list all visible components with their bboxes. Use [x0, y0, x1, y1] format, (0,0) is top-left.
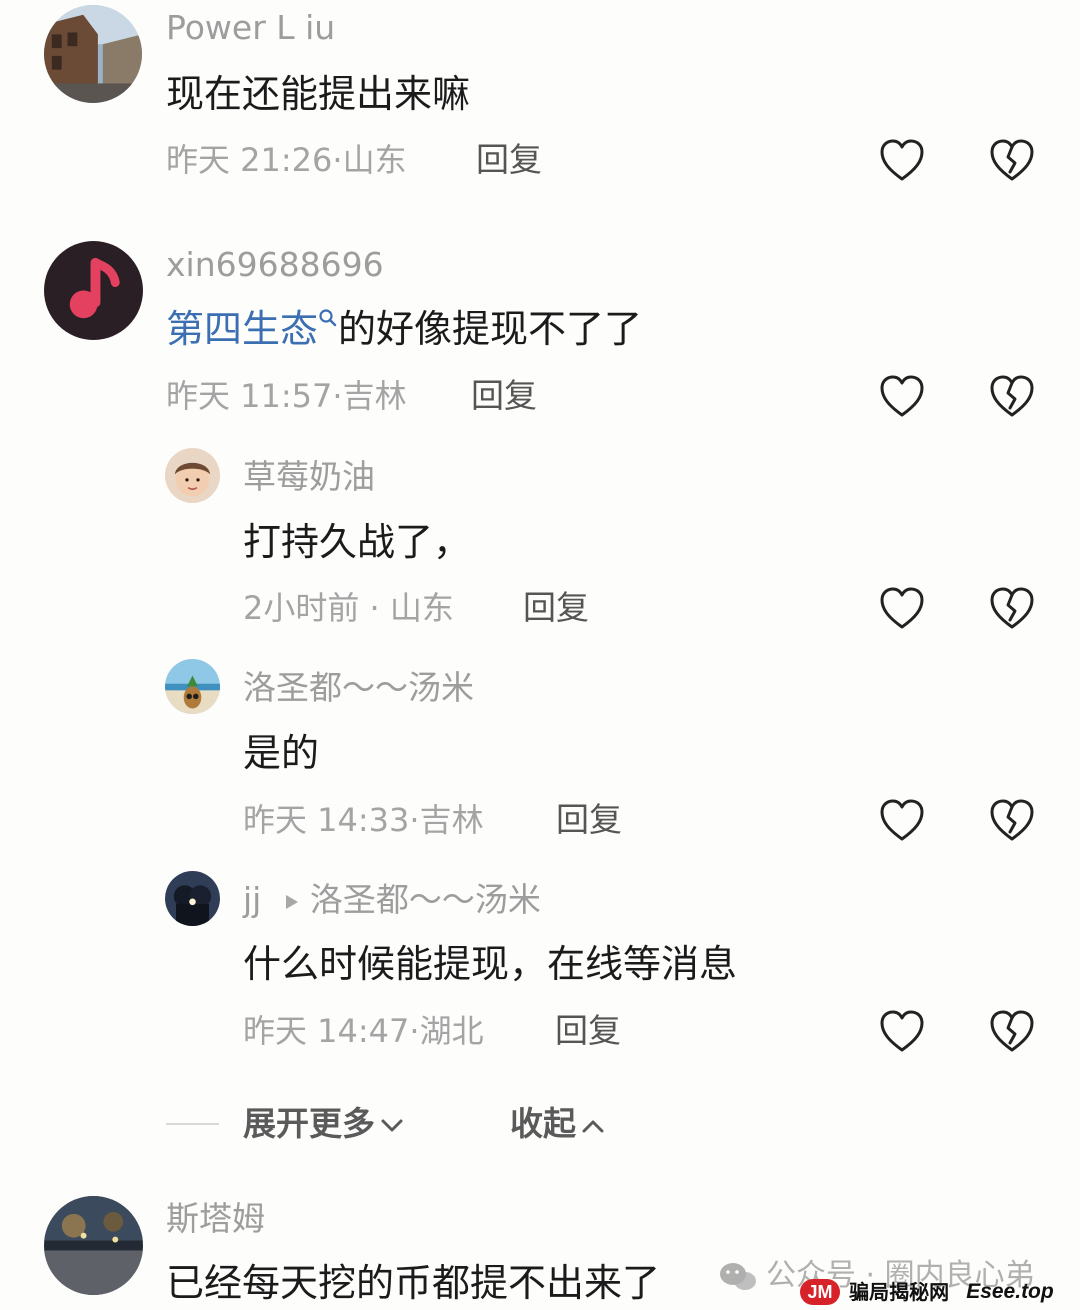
heart-outline-icon[interactable] [878, 373, 926, 419]
broken-heart-icon[interactable] [988, 373, 1036, 419]
comment-text: 第四生态 的好像提现不了了 [166, 306, 642, 352]
heart-outline-icon[interactable] [878, 797, 926, 843]
comment-meta: 昨天 14:47·湖北 [243, 1011, 484, 1051]
comment-location: 湖北 [419, 1012, 484, 1050]
comment-time: 昨天 11:57 [166, 377, 333, 415]
comment-meta: 昨天 14:33·吉林 [243, 800, 484, 840]
avatar[interactable] [165, 659, 220, 714]
comment-time: 昨天 14:33 [243, 801, 410, 839]
comment-meta: 昨天 11:57·吉林 [166, 376, 407, 416]
wechat-icon [720, 1262, 756, 1290]
comment-meta: 2小时前 · 山东 [243, 588, 454, 628]
username[interactable]: xin69688696 [166, 245, 384, 285]
topic-link[interactable]: 第四生态 [166, 307, 318, 351]
comment-location: 山东 [342, 141, 407, 179]
broken-heart-icon[interactable] [988, 797, 1036, 843]
expand-more-label: 展开更多 [243, 1104, 375, 1143]
site-domain: Esee.top [966, 1279, 1054, 1303]
search-icon [319, 309, 337, 327]
comment-location: 吉林 [342, 377, 407, 415]
avatar[interactable] [44, 1196, 143, 1295]
meta-separator: · [409, 801, 420, 839]
collapse-label: 收起 [510, 1104, 576, 1143]
username[interactable]: 斯塔姆 [166, 1199, 265, 1239]
avatar[interactable] [165, 448, 220, 503]
meta-separator: · [332, 377, 343, 415]
site-watermark: JM 骗局揭秘网 Esee.top [800, 1278, 1054, 1305]
comment-location: 山东 [389, 589, 454, 627]
chevron-down-icon [381, 1119, 403, 1131]
username: jj 洛圣都～～汤米 [243, 880, 541, 920]
comment-time: 昨天 21:26 [166, 141, 333, 179]
comment-text: 是的 [243, 731, 320, 775]
reply-button[interactable]: 回复 [523, 588, 589, 628]
username[interactable]: 洛圣都～～汤米 [243, 668, 474, 708]
broken-heart-icon[interactable] [988, 1008, 1036, 1054]
heart-outline-icon[interactable] [878, 585, 926, 631]
expand-more-button[interactable]: 展开更多 [243, 1104, 403, 1144]
reply-button[interactable]: 回复 [476, 140, 542, 180]
divider-line [166, 1123, 219, 1125]
comment-location: 吉林 [419, 801, 484, 839]
reply-button[interactable]: 回复 [471, 376, 537, 416]
comment-text: 已经每天挖的币都提不出来了 [166, 1261, 661, 1305]
heart-outline-icon[interactable] [878, 1008, 926, 1054]
reply-author[interactable]: jj [243, 880, 261, 919]
meta-separator: · [409, 1012, 420, 1050]
reply-to-user[interactable]: 洛圣都～～汤米 [310, 880, 541, 919]
reply-button[interactable]: 回复 [555, 1011, 621, 1051]
broken-heart-icon[interactable] [988, 137, 1036, 183]
triangle-right-icon [285, 894, 298, 909]
comment-text-body: 的好像提现不了了 [338, 307, 643, 351]
comment-time: 2小时前 [243, 589, 360, 627]
site-name: 骗局揭秘网 [849, 1279, 950, 1304]
avatar[interactable] [165, 871, 220, 926]
reply-button[interactable]: 回复 [556, 800, 622, 840]
collapse-button[interactable]: 收起 [510, 1104, 604, 1144]
meta-separator: · [359, 589, 390, 627]
comment-time: 昨天 14:47 [243, 1012, 410, 1050]
username[interactable]: 草莓奶油 [243, 457, 375, 497]
comment-text: 什么时候能提现，在线等消息 [243, 942, 738, 986]
avatar[interactable] [44, 5, 142, 103]
username[interactable]: Power L iu [166, 8, 335, 48]
comment-meta: 昨天 21:26·山东 [166, 140, 407, 180]
broken-heart-icon[interactable] [988, 585, 1036, 631]
meta-separator: · [332, 141, 343, 179]
heart-outline-icon[interactable] [878, 137, 926, 183]
site-logo: JM [800, 1278, 840, 1305]
avatar[interactable] [44, 241, 143, 340]
comment-text: 现在还能提出来嘛 [166, 72, 471, 116]
comment-text: 打持久战了， [243, 520, 472, 564]
chevron-up-icon [582, 1120, 604, 1132]
